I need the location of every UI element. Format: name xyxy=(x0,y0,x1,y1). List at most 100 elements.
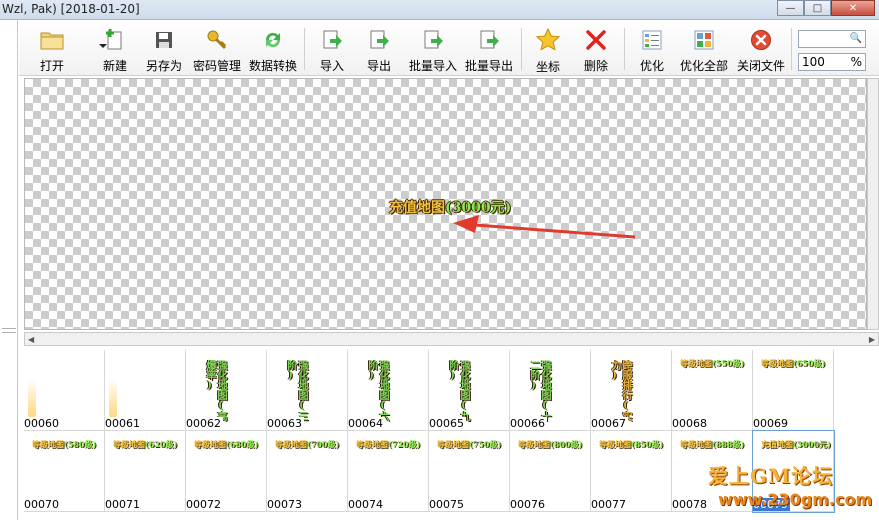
batch-export-label: 批量导出 xyxy=(464,59,513,73)
optimize-all-label: 优化全部 xyxy=(679,59,728,73)
thumbnail-label-level: (650级) xyxy=(793,358,826,368)
thumbnail-index: 00063 xyxy=(267,417,304,430)
thumbnail-cell[interactable]: 等级地图(650级) 00069 xyxy=(753,350,834,431)
import-icon xyxy=(320,28,344,51)
export-button[interactable]: 导出 xyxy=(365,26,393,74)
thumbnail-label: 等级地图(550级) xyxy=(680,358,744,369)
thumbnail-label: 等级地图(650级) xyxy=(761,358,825,369)
thumbnail-index: 00064 xyxy=(348,417,385,430)
convert-button[interactable]: 数据转换 xyxy=(247,26,299,74)
toolbar-separator xyxy=(521,28,522,70)
thumbnail-cell[interactable]: 等级地图(680级) 00072 xyxy=(186,431,267,512)
thumbnail-label: 等级地图(800级) xyxy=(518,439,582,450)
app-window: Wzl, Pak) [2018-01-20] — □ ✕ 打开 新建 另存为 密… xyxy=(0,0,879,520)
thumbnail-cell[interactable]: 强化地图(三阶) 00063 xyxy=(267,350,348,431)
scroll-left-icon[interactable]: ◀ xyxy=(28,335,34,344)
close-circle-icon xyxy=(749,28,773,51)
forum-watermark: 爱上GM论坛 www.230gm.com xyxy=(700,458,872,516)
export-icon xyxy=(367,28,391,51)
image-preview[interactable]: 充值地图(3000元) xyxy=(24,78,867,330)
thumbnail-label-text: 等级地图 xyxy=(356,439,388,449)
window-title: Wzl, Pak) [2018-01-20] xyxy=(2,2,140,16)
thumbnail-label-level: (700级) xyxy=(307,439,340,449)
maximize-button[interactable]: □ xyxy=(804,0,831,16)
thumbnail-cell[interactable]: 等级地图(850级) 00077 xyxy=(591,431,672,512)
batch-export-icon xyxy=(477,28,501,51)
thumbnail-cell[interactable]: 强化地图(高爆率) 00062 xyxy=(186,350,267,431)
thumbnail-cell[interactable]: 跨服排行(实力) 00067 xyxy=(591,350,672,431)
frame-divider xyxy=(2,328,16,329)
optimize-label: 优化 xyxy=(639,59,664,73)
thumbnail-cell[interactable]: 等级地图(620级) 00071 xyxy=(105,431,186,512)
minimize-button[interactable]: — xyxy=(777,0,804,16)
preview-horizontal-scrollbar[interactable]: ◀ ▶ xyxy=(24,332,879,346)
thumbnail-label-text: 等级地图 xyxy=(761,358,793,368)
preview-vertical-scrollbar[interactable] xyxy=(867,78,879,330)
save-as-button[interactable]: 另存为 xyxy=(145,26,183,74)
password-button[interactable]: 密码管理 xyxy=(191,26,243,74)
open-label: 打开 xyxy=(39,59,64,73)
thumbnail-label: 等级地图(750级) xyxy=(437,439,501,450)
refresh-icon xyxy=(261,28,285,51)
thumbnail-label-text: 充值地图 xyxy=(761,439,793,449)
thumbnail-label-text: 等级地图 xyxy=(275,439,307,449)
thumbnail-index: 00077 xyxy=(591,498,628,511)
thumbnail-cell[interactable]: 等级地图(550级) 00068 xyxy=(672,350,753,431)
optimize-button[interactable]: 优化 xyxy=(638,26,666,74)
toolbar-separator xyxy=(624,28,625,70)
thumbnail-cell[interactable]: 强化地图(九阶) 00065 xyxy=(429,350,510,431)
thumbnail-index: 00073 xyxy=(267,498,304,511)
thumbnail-cell[interactable]: 等级地图(700级) 00073 xyxy=(267,431,348,512)
thumbnail-cell[interactable]: 00060 xyxy=(24,350,105,431)
thumbnail-label-level: (720级) xyxy=(388,439,421,449)
search-icon[interactable]: 🔍 xyxy=(850,33,862,44)
left-frame xyxy=(0,20,18,520)
delete-button[interactable]: 删除 xyxy=(582,26,610,74)
coords-label: 坐标 xyxy=(535,60,560,74)
save-icon xyxy=(152,28,176,51)
close-file-button[interactable]: 关闭文件 xyxy=(735,26,787,74)
thumbnail-label-text: 等级地图 xyxy=(194,439,226,449)
batch-import-button[interactable]: 批量导入 xyxy=(407,26,459,74)
thumbnail-label: 等级地图(620级) xyxy=(113,439,177,450)
thumbnail-label-text: 等级地图 xyxy=(437,439,469,449)
thumbnail-index: 00067 xyxy=(591,417,628,430)
convert-label: 数据转换 xyxy=(248,59,297,73)
thumbnail-cell[interactable]: 等级地图(720级) 00074 xyxy=(348,431,429,512)
thumbnail-label: 等级地图(580级) xyxy=(32,439,96,450)
coords-button[interactable]: 坐标 xyxy=(534,26,562,74)
zoom-value: 100 xyxy=(802,55,825,69)
search-input[interactable]: 🔍 xyxy=(798,30,866,48)
folder-icon xyxy=(40,28,64,51)
new-button[interactable]: 新建 xyxy=(101,26,129,74)
thumbnail-index: 00071 xyxy=(105,498,142,511)
thumbnail-label-level: (680级) xyxy=(226,439,259,449)
batch-import-label: 批量导入 xyxy=(408,59,457,73)
thumbnail-label-text: 等级地图 xyxy=(518,439,550,449)
glow-sprite xyxy=(109,378,117,418)
thumbnail-cell[interactable]: 强化地图(十二阶) 00066 xyxy=(510,350,591,431)
scroll-right-icon[interactable]: ▶ xyxy=(869,335,875,344)
toolbar-separator xyxy=(791,28,792,70)
thumbnail-label-level: (750级) xyxy=(469,439,502,449)
thumbnail-cell[interactable]: 等级地图(580级) 00070 xyxy=(24,431,105,512)
thumbnail-index: 00062 xyxy=(186,417,223,430)
thumbnail-cell[interactable]: 强化地图(六阶) 00064 xyxy=(348,350,429,431)
window-controls: — □ ✕ xyxy=(777,0,875,16)
thumbnail-cell[interactable]: 等级地图(800级) 00076 xyxy=(510,431,591,512)
thumbnail-cell[interactable]: 00061 xyxy=(105,350,186,431)
close-window-button[interactable]: ✕ xyxy=(831,0,875,16)
thumbnail-cell[interactable]: 等级地图(750级) 00075 xyxy=(429,431,510,512)
thumbnail-index: 00072 xyxy=(186,498,223,511)
toolbar-separator xyxy=(304,28,305,70)
list-icon xyxy=(640,28,664,51)
optimize-all-button[interactable]: 优化全部 xyxy=(678,26,730,74)
batch-export-button[interactable]: 批量导出 xyxy=(463,26,515,74)
thumbnail-label-text: 等级地图 xyxy=(113,439,145,449)
import-button[interactable]: 导入 xyxy=(318,26,346,74)
thumbnail-label-text: 等级地图 xyxy=(680,358,712,368)
zoom-field[interactable]: 100 % xyxy=(798,53,866,71)
thumbnail-label-text: 等级地图 xyxy=(32,439,64,449)
open-button[interactable]: 打开 xyxy=(37,26,67,74)
thumbnail-label-level: (580级) xyxy=(64,439,97,449)
